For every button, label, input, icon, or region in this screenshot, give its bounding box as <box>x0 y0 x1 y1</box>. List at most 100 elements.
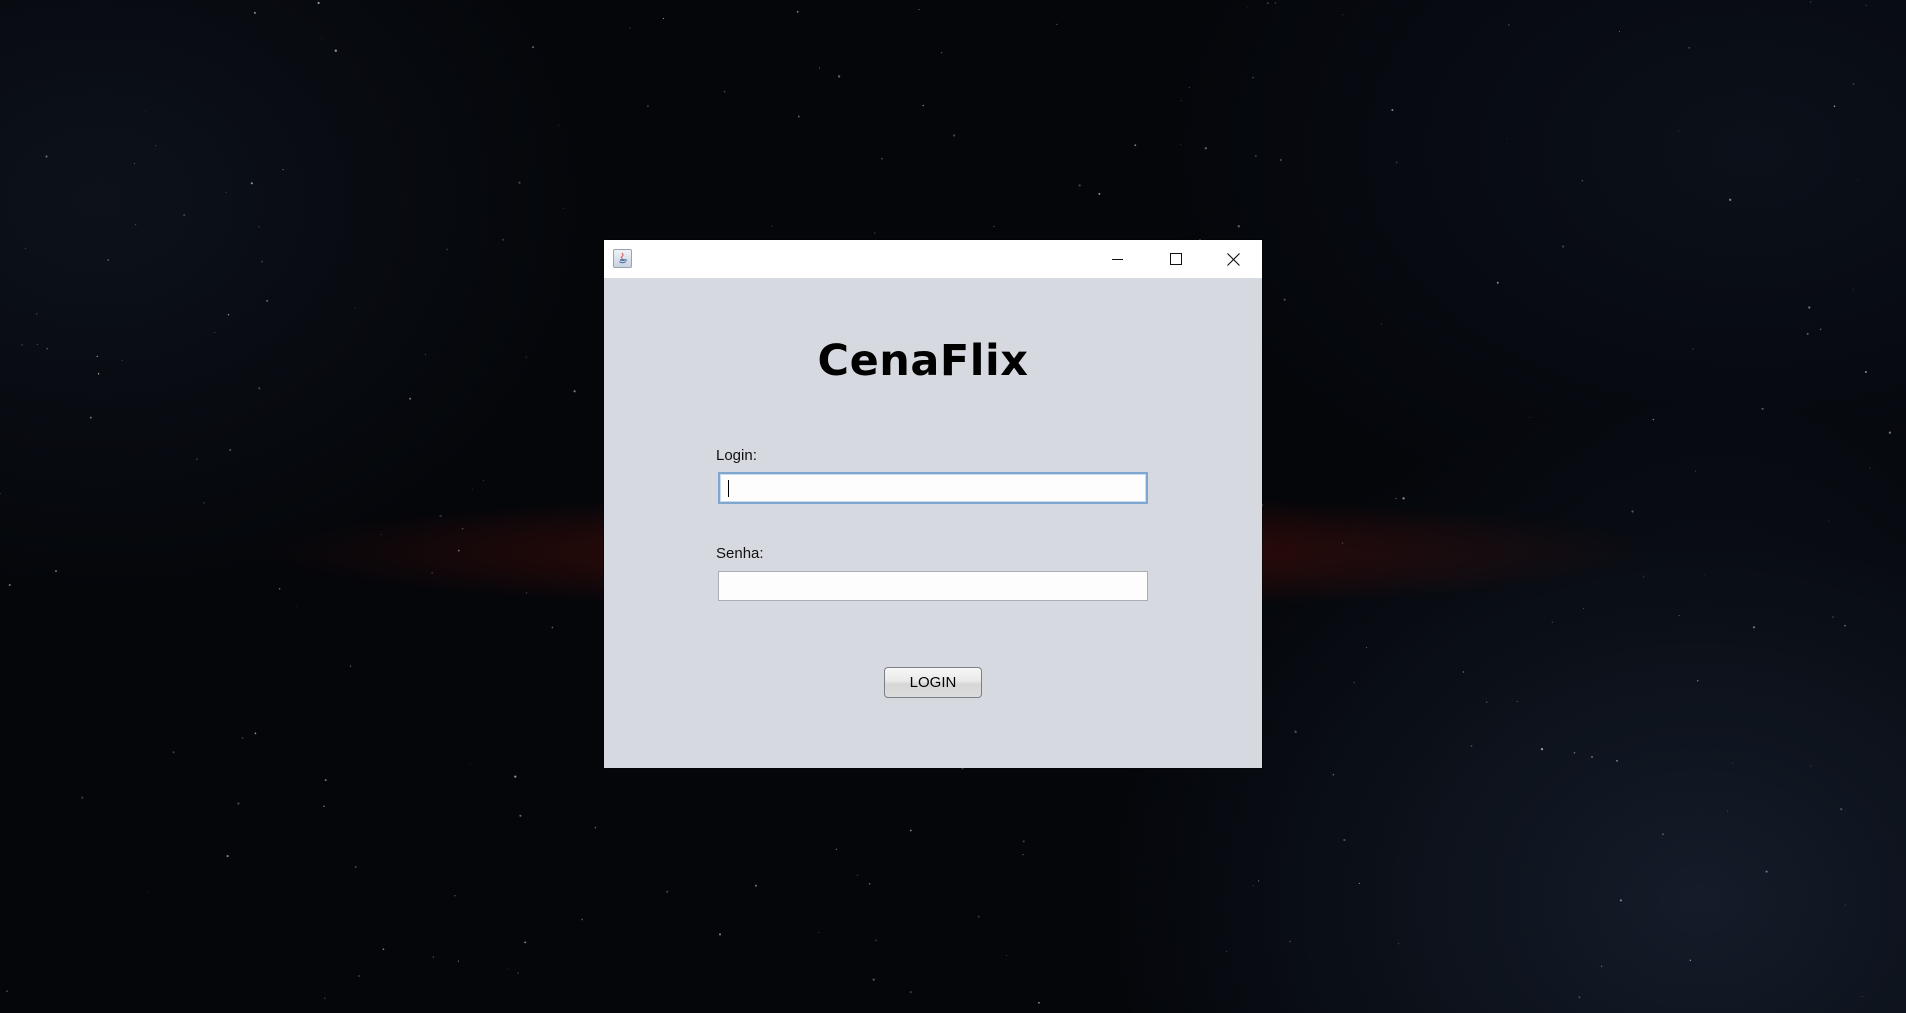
star <box>349 665 352 667</box>
star <box>797 115 800 118</box>
star <box>1396 161 1398 163</box>
title-bar[interactable] <box>604 240 1262 278</box>
star <box>524 941 527 944</box>
star <box>1765 870 1768 873</box>
star <box>1688 46 1691 49</box>
star <box>868 882 871 885</box>
star <box>1662 833 1664 835</box>
star <box>25 248 27 249</box>
star <box>380 533 383 536</box>
star <box>1678 615 1680 617</box>
star <box>226 855 229 858</box>
star <box>96 355 98 358</box>
senha-input[interactable] <box>718 571 1148 601</box>
star <box>1486 701 1488 703</box>
star <box>1358 882 1361 885</box>
star <box>439 514 442 518</box>
star <box>1283 298 1286 301</box>
star <box>1619 31 1620 33</box>
star <box>1652 418 1655 421</box>
star <box>354 307 356 309</box>
star <box>321 37 322 39</box>
star <box>135 224 137 226</box>
star <box>874 232 876 234</box>
star <box>918 8 920 11</box>
star <box>278 587 281 590</box>
star <box>629 27 631 29</box>
star <box>1342 14 1344 16</box>
star <box>952 134 956 137</box>
star <box>1852 288 1854 290</box>
star <box>531 46 535 49</box>
star <box>324 997 326 1000</box>
star <box>581 918 583 921</box>
star <box>144 110 146 112</box>
star <box>250 182 253 185</box>
maximize-icon <box>1169 252 1182 265</box>
star <box>646 105 649 108</box>
minimize-button[interactable] <box>1089 240 1147 278</box>
star <box>562 207 564 209</box>
star <box>573 390 576 393</box>
star <box>323 805 325 808</box>
star <box>557 124 559 126</box>
star <box>719 933 721 936</box>
login-label: Login: <box>716 447 757 464</box>
star <box>872 978 875 981</box>
star <box>409 397 412 400</box>
star <box>1583 608 1584 610</box>
star <box>514 775 517 778</box>
java-icon[interactable] <box>613 249 632 268</box>
star <box>1294 730 1297 733</box>
star <box>1506 137 1508 139</box>
star <box>1188 86 1191 89</box>
login-input[interactable] <box>718 472 1148 504</box>
star <box>819 67 820 69</box>
login-button[interactable]: LOGIN <box>884 667 982 698</box>
text-caret <box>728 480 729 497</box>
star <box>1642 576 1645 578</box>
star <box>107 259 109 261</box>
star <box>1289 940 1291 942</box>
star <box>1529 416 1531 418</box>
star <box>1591 755 1593 758</box>
star <box>1098 192 1101 195</box>
star <box>1258 880 1260 882</box>
star <box>1402 497 1405 500</box>
star <box>754 884 757 887</box>
star <box>525 356 527 358</box>
star <box>856 874 859 876</box>
star <box>1022 854 1024 856</box>
star <box>8 583 11 587</box>
star <box>1806 332 1809 335</box>
star <box>183 214 186 217</box>
star <box>1540 747 1544 751</box>
star <box>835 848 838 851</box>
star <box>818 932 820 934</box>
star <box>195 458 198 461</box>
star <box>0 492 2 495</box>
star <box>324 779 327 782</box>
star <box>1496 281 1499 284</box>
close-button[interactable] <box>1205 240 1262 278</box>
star <box>261 260 264 263</box>
star <box>254 732 257 735</box>
star <box>46 347 49 350</box>
star <box>229 448 232 452</box>
close-icon <box>1227 252 1240 266</box>
star <box>1810 1 1812 3</box>
star <box>258 226 260 228</box>
star <box>502 238 505 241</box>
star <box>354 866 357 868</box>
star <box>1689 959 1692 962</box>
maximize-button[interactable] <box>1147 240 1205 278</box>
star <box>1703 575 1705 577</box>
star <box>461 527 464 530</box>
star <box>909 990 912 994</box>
star <box>81 796 84 799</box>
star <box>146 892 148 893</box>
star <box>1267 2 1269 4</box>
star <box>282 168 284 171</box>
star <box>55 570 57 573</box>
star <box>35 312 38 315</box>
